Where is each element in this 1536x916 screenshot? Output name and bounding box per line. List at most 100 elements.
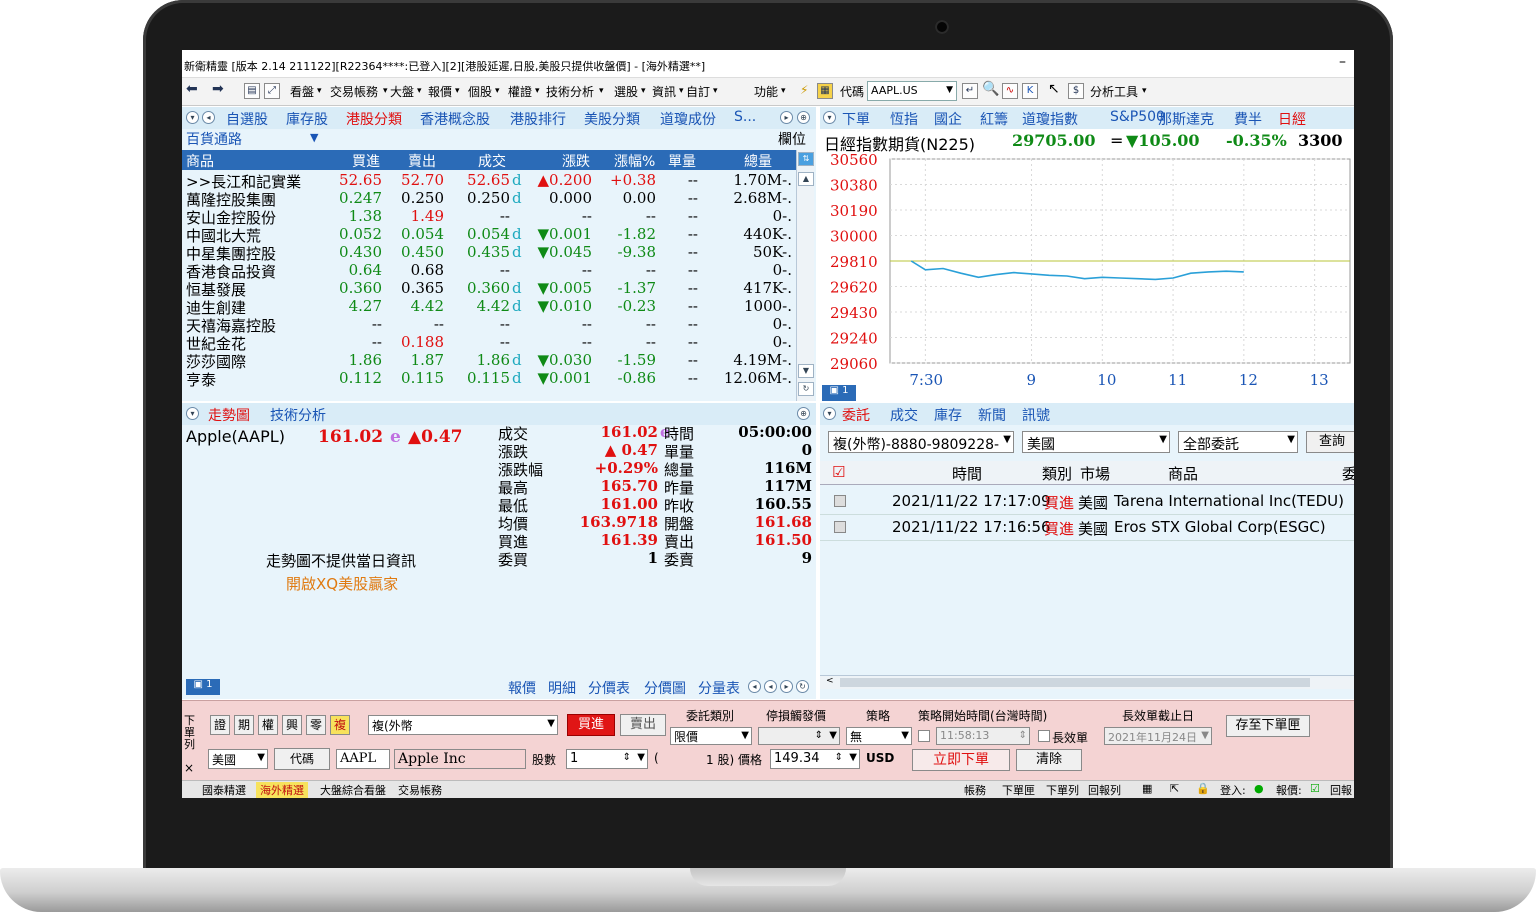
stepper-icon[interactable]: ⇕ (1019, 730, 1027, 741)
order-type-3[interactable]: 興 (282, 715, 302, 735)
expiry-select[interactable]: 2021年11月24日 ▼ (1104, 727, 1212, 745)
order-row[interactable]: 2021/11/22 17:17:09 買進 美國 Tarena Internatio… (820, 489, 1354, 515)
column-header-5[interactable]: 漲幅% (614, 151, 655, 171)
toolbar-menu-2[interactable]: 大盤 (390, 83, 414, 100)
refresh-icon[interactable]: ↻ (798, 382, 814, 396)
order-checkbox[interactable] (834, 521, 846, 533)
tab-index-4[interactable]: 道瓊指數 (1022, 109, 1078, 129)
scroll-thumb[interactable] (840, 678, 1310, 687)
strategy-select[interactable]: 無 ▼ (846, 727, 912, 745)
status-tab-3[interactable]: 交易帳務 (394, 782, 446, 798)
tab-quote-bottom-4[interactable]: 分量表 (698, 678, 740, 698)
order-checkbox[interactable] (834, 495, 846, 507)
scroll-left-icon[interactable]: < (826, 676, 834, 686)
stepper-icon[interactable]: ⇕ (835, 752, 843, 763)
price-input[interactable]: 149.34 ⇕ ▼ (770, 749, 860, 769)
buy-button[interactable]: 買進 (567, 714, 615, 736)
notes-icon[interactable]: ▦ (817, 83, 833, 99)
tab-index-3[interactable]: 紅籌 (980, 109, 1008, 129)
order-type-select[interactable]: 限價 ▼ (670, 727, 752, 745)
forward-arrow-icon[interactable]: ➡ (212, 81, 224, 97)
orders-hscroll[interactable]: < (820, 675, 1354, 689)
market-select[interactable]: 美國 ▼ (1022, 431, 1170, 453)
code-field[interactable]: AAPL (336, 749, 390, 769)
lightning-icon[interactable]: ⚡ (800, 83, 808, 97)
tab-menu-icon[interactable]: ▾ (823, 111, 836, 124)
scroll-down-icon[interactable]: ▼ (798, 364, 814, 378)
tab-quote-bottom-0[interactable]: 報價 (508, 678, 536, 698)
chevron-down-icon[interactable]: ▼ (310, 131, 318, 144)
order-type-5[interactable]: 複 (330, 715, 350, 735)
zoom-icon[interactable]: ⊕ (797, 111, 810, 124)
tab-index-2[interactable]: 國企 (934, 109, 962, 129)
table-row[interactable]: 世紀金花 -- 0.188 -- -- -- -- 0-. (182, 333, 796, 353)
toolbar-menu-5[interactable]: 權證 (508, 83, 532, 100)
order-type-1[interactable]: 期 (234, 715, 254, 735)
tab-quote-bottom-2[interactable]: 分價表 (588, 678, 630, 698)
zoom-icon[interactable]: ⊕ (797, 407, 810, 420)
toolbar-menu-3[interactable]: 報價 (428, 83, 452, 100)
column-header-6[interactable]: 單量 (668, 151, 696, 171)
subcategory-label[interactable]: 百貨通路 (186, 129, 242, 149)
close-icon[interactable]: × (184, 761, 194, 775)
promo-link[interactable]: 開啟XQ美股贏家 (286, 573, 398, 594)
external-icon[interactable]: ⇱ (1166, 782, 1183, 795)
status-right-2[interactable]: 下單列 (1042, 782, 1083, 798)
sell-button[interactable]: 賣出 (620, 714, 666, 736)
tab-quote-bottom-3[interactable]: 分價圖 (644, 678, 686, 698)
filter-select[interactable]: 全部委託 ▼ (1178, 431, 1298, 453)
submit-order-button[interactable]: 立即下單 (912, 749, 1010, 771)
tab-quote-0[interactable]: 走勢圖 (208, 405, 250, 425)
account-select[interactable]: 複(外幣)-8880-9809228- ▼ (828, 431, 1014, 453)
sort-icon[interactable]: ⇅ (798, 152, 814, 166)
tab-watchlist-7[interactable]: S... (734, 109, 756, 125)
nav-prev-icon[interactable]: ◂ (764, 680, 777, 693)
table-row[interactable]: 恒基發展 0.360 0.365 0.360 d ▼0.005 -1.37 -- 417K-. (182, 279, 796, 299)
search-icon[interactable]: 🔍 (982, 81, 999, 97)
tab-watchlist-3[interactable]: 香港概念股 (420, 109, 490, 129)
tab-menu-icon[interactable]: ▾ (186, 407, 199, 420)
lock-icon[interactable]: 🔒 (1192, 782, 1214, 795)
tab-orders-0[interactable]: 委託 (842, 405, 870, 425)
long-order-checkbox[interactable] (1038, 730, 1050, 742)
tab-watchlist-5[interactable]: 美股分類 (584, 109, 640, 129)
orders-column-4[interactable]: 委 (1342, 463, 1354, 484)
table-row[interactable]: 萬隆控股集團 0.247 0.250 0.250 d 0.000 0.00 -- 2.68M-. (182, 189, 796, 209)
expand-icon[interactable]: ⤢ (264, 83, 280, 99)
tab-index-7[interactable]: 費半 (1234, 109, 1262, 129)
tab-watchlist-0[interactable]: 自選股 (226, 109, 268, 129)
nav-next-icon[interactable]: ▸ (780, 680, 793, 693)
dollar-icon[interactable]: $ (1068, 83, 1084, 99)
orders-column-2[interactable]: 市場 (1080, 463, 1110, 484)
column-header-3[interactable]: 成交 (478, 151, 506, 171)
status-tab-2[interactable]: 大盤綜合看盤 (316, 782, 390, 798)
table-row[interactable]: 中國北大荒 0.052 0.054 0.054 d ▼0.001 -1.82 -- 440K-. (182, 225, 796, 245)
market-select[interactable]: 美國 ▼ (208, 749, 268, 769)
tab-orders-4[interactable]: 訊號 (1022, 405, 1050, 425)
toolbar-menu-7[interactable]: 選股 (614, 83, 638, 100)
more-label[interactable]: 回報 (1326, 782, 1354, 798)
table-row[interactable]: 天禧海嘉控股 -- -- -- -- -- -- 0-. (182, 315, 796, 335)
table-row[interactable]: 中星集團控股 0.430 0.450 0.435 d ▼0.045 -9.38 -- 50K-. (182, 243, 796, 263)
tab-watchlist-6[interactable]: 道瓊成份 (660, 109, 716, 129)
orders-column-3[interactable]: 商品 (1168, 463, 1198, 484)
toolbar-menu-10[interactable]: 功能 (754, 83, 778, 100)
toolbar-menu-0[interactable]: 看盤 (290, 83, 314, 100)
table-row[interactable]: 香港食品投資 0.64 0.68 -- -- -- -- 0-. (182, 261, 796, 281)
tab-index-6[interactable]: 那斯達克 (1158, 109, 1214, 129)
column-header-7[interactable]: 總量 (744, 151, 772, 171)
clear-button[interactable]: 清除 (1016, 749, 1082, 771)
order-type-0[interactable]: 證 (210, 715, 230, 735)
stop-price-input[interactable]: ⇕ ▼ (758, 727, 840, 745)
column-header-4[interactable]: 漲跌 (562, 151, 590, 171)
tab-orders-2[interactable]: 庫存 (934, 405, 962, 425)
tab-watchlist-2[interactable]: 港股分類 (346, 109, 402, 129)
table-row[interactable]: 莎莎國際 1.86 1.87 1.86 d ▼0.030 -1.59 -- 4.19M-. (182, 351, 796, 371)
toolbar-menu-9[interactable]: 自訂 (686, 83, 710, 100)
orders-column-0[interactable]: 時間 (952, 463, 982, 484)
order-account-select[interactable]: 複(外幣 ▼ (368, 715, 558, 735)
order-type-4[interactable]: 零 (306, 715, 326, 735)
table-row[interactable]: 安山金控股份 1.38 1.49 -- -- -- -- 0-. (182, 207, 796, 227)
stepper-icon[interactable]: ⇕ (623, 752, 631, 763)
scroll-up-icon[interactable]: ▲ (798, 172, 814, 186)
